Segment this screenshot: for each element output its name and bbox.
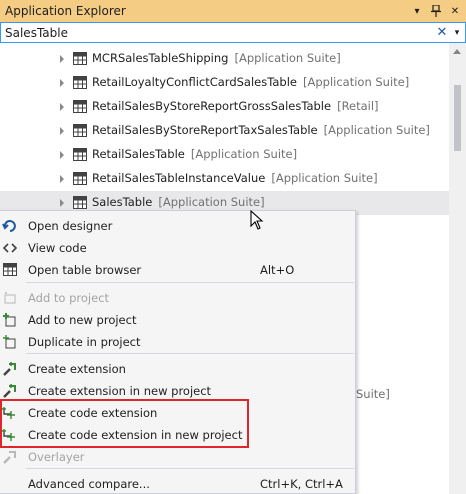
- tree-item-label: MCRSalesTableShipping [Application Suite]: [92, 51, 341, 65]
- menu-item: Overlayer: [0, 446, 355, 468]
- tree-item-label: RetailSalesByStoreReportGrossSalesTable […: [92, 99, 379, 113]
- menu-item-label: Add to new project: [28, 313, 137, 327]
- table-icon: [73, 148, 87, 161]
- menu-item-label: Open designer: [28, 219, 113, 233]
- table-icon: [73, 172, 87, 185]
- menu-item: Add to project: [0, 287, 355, 309]
- menu-item-shortcut: Ctrl+K, Ctrl+A: [260, 477, 343, 491]
- tree-item-name: RetailSalesByStoreReportGrossSalesTable: [92, 99, 332, 113]
- expand-arrow-icon[interactable]: [60, 55, 64, 63]
- menu-item[interactable]: Open designer: [0, 215, 355, 237]
- expand-arrow-icon[interactable]: [60, 175, 64, 183]
- tree-item-label: RetailSalesTable [Application Suite]: [92, 147, 297, 161]
- close-icon[interactable]: ✕: [447, 3, 463, 19]
- window-position-icon[interactable]: ▾: [409, 3, 425, 19]
- menu-item[interactable]: Create extension: [0, 358, 355, 380]
- menu-item-label: Overlayer: [28, 450, 85, 464]
- add-to-new-project-icon: [2, 312, 18, 328]
- tree-item-model: [Retail]: [337, 99, 379, 113]
- window-title: Application Explorer: [5, 4, 126, 18]
- tree-item-model: [Application Suite]: [190, 147, 298, 161]
- pin-icon[interactable]: [428, 3, 444, 19]
- menu-item-label: Create code extension in new project: [28, 428, 243, 442]
- tree-item[interactable]: RetailSalesByStoreReportGrossSalesTable […: [0, 95, 449, 119]
- search-options-chevron-down-icon[interactable]: ▾: [449, 28, 465, 38]
- tree-item-model: [Application Suite]: [271, 171, 378, 185]
- table-icon: [73, 76, 87, 89]
- tree-item-model: [Application Suite]: [158, 195, 265, 209]
- clear-search-icon[interactable]: ✕: [435, 25, 449, 40]
- search-box: ✕ ▾: [0, 22, 466, 43]
- tree-item[interactable]: RetailSalesTableInstanceValue [Applicatio…: [0, 167, 449, 191]
- extension-icon: [2, 361, 18, 377]
- overlayer-icon: [2, 449, 18, 465]
- expand-arrow-icon[interactable]: [60, 151, 64, 159]
- menu-item-shortcut: Alt+O: [260, 263, 295, 277]
- tree-item-name: RetailLoyaltyConflictCardSalesTable: [92, 75, 297, 89]
- menu-item[interactable]: Create code extension in new project: [0, 424, 355, 446]
- tree-item-name: RetailSalesTable: [92, 147, 185, 161]
- tree-item-model: [Application Suite]: [302, 75, 410, 89]
- tree-item-label: RetailSalesTableInstanceValue [Applicatio…: [92, 171, 378, 185]
- scrollbar-thumb[interactable]: [454, 85, 461, 151]
- menu-item-label: Open table browser: [28, 263, 142, 277]
- search-input[interactable]: [1, 23, 435, 42]
- tree-item[interactable]: MCRSalesTableShipping [Application Suite]: [0, 47, 449, 71]
- menu-item[interactable]: Advanced compare... Ctrl+K, Ctrl+A: [0, 473, 355, 494]
- code-extension-icon: [2, 427, 18, 443]
- tree-item-label: SalesTable [Application Suite]: [92, 195, 265, 209]
- context-menu: Open designer View code Open table browser…: [0, 210, 356, 494]
- menu-item[interactable]: Open table browser Alt+O: [0, 259, 355, 281]
- tree-item[interactable]: RetailSalesByStoreReportTaxSalesTable [Ap…: [0, 119, 449, 143]
- open-designer-icon: [2, 218, 18, 234]
- menu-item-label: View code: [28, 241, 87, 255]
- menu-separator: [26, 468, 354, 469]
- tool-window-title-bar: Application Explorer ▾ ✕: [0, 0, 466, 22]
- menu-separator: [26, 353, 354, 354]
- table-icon: [73, 52, 87, 65]
- menu-item[interactable]: Create extension in new project: [0, 380, 355, 402]
- table-icon: [73, 100, 87, 113]
- tree-item-label: RetailSalesByStoreReportTaxSalesTable [Ap…: [92, 123, 430, 137]
- menu-separator: [26, 282, 354, 283]
- menu-item-label: Duplicate in project: [28, 335, 141, 349]
- tree-item[interactable]: RetailLoyaltyConflictCardSalesTable [Appl…: [0, 71, 449, 95]
- tree-item-model-partial: Suite]: [356, 387, 390, 401]
- tree-item-model: [Application Suite]: [234, 51, 341, 65]
- tree-item[interactable]: RetailSalesTable [Application Suite]: [0, 143, 449, 167]
- menu-item-label: Create extension in new project: [28, 384, 212, 398]
- add-to-project-icon: [2, 290, 18, 306]
- expand-arrow-icon[interactable]: [60, 199, 64, 207]
- menu-item[interactable]: Create code extension: [0, 402, 355, 424]
- expand-arrow-icon[interactable]: [60, 79, 64, 87]
- menu-item-label: Create extension: [28, 362, 126, 376]
- tree-item-label: RetailLoyaltyConflictCardSalesTable [Appl…: [92, 75, 409, 89]
- view-code-icon: [2, 240, 18, 256]
- expand-arrow-icon[interactable]: [60, 103, 64, 111]
- menu-item-label: Advanced compare...: [28, 477, 150, 491]
- tree-item-name: MCRSalesTableShipping: [92, 51, 229, 65]
- duplicate-icon: [2, 334, 18, 350]
- code-extension-icon: [2, 405, 18, 421]
- tree-item-name: RetailSalesByStoreReportTaxSalesTable: [92, 123, 318, 137]
- table-icon: [73, 196, 87, 209]
- tree-item-name: RetailSalesTableInstanceValue: [92, 171, 266, 185]
- table-browser-icon: [2, 262, 18, 278]
- menu-item[interactable]: Add to new project: [0, 309, 355, 331]
- menu-item-label: Create code extension: [28, 406, 158, 420]
- menu-item[interactable]: View code: [0, 237, 355, 259]
- vertical-scrollbar[interactable]: [449, 43, 466, 494]
- table-icon: [73, 124, 87, 137]
- menu-item[interactable]: Duplicate in project: [0, 331, 355, 353]
- menu-item-label: Add to project: [28, 291, 110, 305]
- scroll-up-arrow-icon[interactable]: [453, 49, 461, 54]
- extension-icon: [2, 383, 18, 399]
- mouse-cursor-icon: [250, 210, 264, 230]
- tree-item-name: SalesTable: [92, 195, 153, 209]
- expand-arrow-icon[interactable]: [60, 127, 64, 135]
- tree-item-model: [Application Suite]: [323, 123, 430, 137]
